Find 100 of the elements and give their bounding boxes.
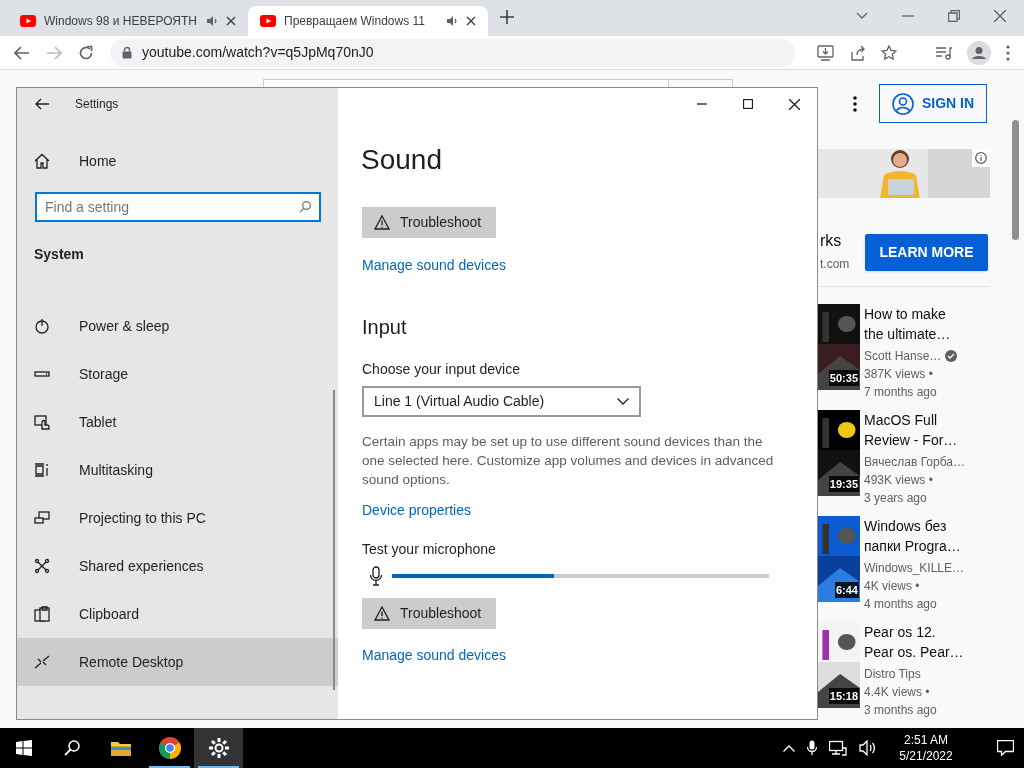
tab-title: Windows 98 и НЕВЕРОЯТН bbox=[44, 13, 198, 30]
chevron-down-icon bbox=[617, 398, 629, 405]
tab-title: Превращаем Windows 11 bbox=[284, 13, 426, 30]
setting-icon bbox=[34, 654, 50, 670]
restore-icon[interactable] bbox=[948, 10, 960, 22]
field-label: Choose your input device bbox=[362, 360, 521, 378]
video-title[interactable]: Pear os 12. Pear os. Pear… bbox=[864, 622, 968, 662]
install-icon[interactable] bbox=[817, 44, 834, 61]
browser-tab[interactable]: Windows 98 и НЕВЕРОЯТН bbox=[8, 6, 248, 36]
windows-logo-icon bbox=[16, 740, 32, 756]
speaker-icon[interactable] bbox=[446, 15, 458, 27]
troubleshoot-button[interactable]: Troubleshoot bbox=[362, 598, 496, 629]
scrollbar-thumb[interactable] bbox=[1011, 120, 1019, 240]
clock[interactable]: 2:51 AM 5/21/2022 bbox=[895, 732, 957, 764]
search-icon bbox=[64, 740, 80, 756]
video-title[interactable]: Windows без папки Progra… bbox=[864, 516, 968, 556]
sign-in-button[interactable]: SIGN IN bbox=[879, 84, 988, 123]
ad-title: rks bbox=[820, 231, 843, 251]
section-heading: System bbox=[33, 245, 85, 264]
description-text: Certain apps may be set up to use different sound devices than the one selected here. Customize app volumes and devices in advanced sound options. bbox=[362, 433, 775, 489]
video-duration: 15:18 bbox=[828, 688, 859, 704]
back-arrow-icon[interactable] bbox=[35, 98, 49, 110]
microphone-icon bbox=[369, 566, 383, 586]
back-arrow-icon[interactable] bbox=[14, 45, 30, 60]
video-age: 3 years ago bbox=[864, 490, 928, 507]
channel-name: Вячеслав Горба… bbox=[864, 454, 965, 471]
setting-icon bbox=[34, 606, 50, 622]
notification-icon[interactable] bbox=[997, 740, 1014, 756]
close-icon[interactable] bbox=[226, 16, 236, 26]
window-title: Settings bbox=[75, 96, 119, 113]
sidebar-item[interactable]: Projecting to this PC bbox=[17, 494, 338, 542]
field-label: Test your microphone bbox=[362, 540, 497, 558]
network-icon[interactable] bbox=[829, 740, 847, 756]
account-icon bbox=[892, 92, 914, 115]
warning-icon bbox=[374, 215, 390, 230]
learn-more-button[interactable]: LEARN MORE bbox=[865, 233, 988, 271]
setting-icon bbox=[34, 318, 50, 334]
setting-icon bbox=[34, 510, 50, 526]
video-title[interactable]: How to make the ultimate… bbox=[864, 304, 968, 344]
home-icon bbox=[34, 153, 50, 169]
video-title[interactable]: MacOS Full Review - For… bbox=[864, 410, 968, 450]
sidebar-item[interactable]: Home bbox=[17, 137, 338, 185]
sidebar-item[interactable]: Power & sleep bbox=[17, 302, 338, 350]
youtube-icon bbox=[20, 15, 36, 27]
input-device-dropdown[interactable]: Line 1 (Virtual Audio Cable) bbox=[362, 386, 641, 417]
speaker-icon[interactable] bbox=[206, 15, 218, 27]
star-icon[interactable] bbox=[881, 44, 897, 61]
close-icon bbox=[788, 98, 800, 110]
setting-icon bbox=[34, 414, 50, 430]
close-icon[interactable] bbox=[994, 10, 1006, 22]
video-duration: 6:44 bbox=[834, 582, 859, 598]
setting-icon bbox=[34, 558, 50, 574]
share-icon[interactable] bbox=[849, 44, 866, 61]
video-views: 4K views • bbox=[864, 578, 921, 595]
video-views: 493K views • bbox=[864, 472, 934, 489]
close-icon[interactable] bbox=[466, 16, 476, 26]
youtube-icon bbox=[260, 15, 276, 27]
sidebar-item[interactable]: Multitasking bbox=[17, 446, 338, 494]
link[interactable]: Manage sound devices bbox=[362, 645, 506, 665]
sidebar-item[interactable]: Remote Desktop bbox=[17, 638, 338, 686]
more-options-icon[interactable] bbox=[853, 95, 857, 112]
channel-name: Distro Tips bbox=[864, 666, 921, 683]
video-views: 4.4K views • bbox=[864, 684, 931, 701]
media-queue-icon[interactable] bbox=[935, 45, 952, 60]
warning-icon bbox=[374, 606, 390, 621]
section-heading: Input bbox=[362, 315, 408, 340]
sidebar-item[interactable]: Tablet bbox=[17, 398, 338, 446]
info-icon[interactable] bbox=[975, 152, 987, 165]
browser-tab[interactable]: Превращаем Windows 11 bbox=[248, 6, 488, 36]
volume-icon[interactable] bbox=[859, 740, 877, 756]
folder-icon bbox=[109, 739, 132, 757]
link[interactable]: Manage sound devices bbox=[362, 255, 506, 275]
video-views: 387K views • bbox=[864, 366, 934, 383]
sidebar-item[interactable]: Storage bbox=[17, 350, 338, 398]
video-duration: 50:35 bbox=[828, 370, 859, 386]
scrollbar-thumb[interactable] bbox=[333, 390, 335, 690]
running-indicator bbox=[149, 766, 190, 768]
troubleshoot-button[interactable]: Troubleshoot bbox=[362, 207, 496, 238]
chevron-down-icon[interactable] bbox=[856, 12, 868, 20]
sidebar-item[interactable]: Clipboard bbox=[17, 590, 338, 638]
sidebar-item[interactable]: Shared experiences bbox=[17, 542, 338, 590]
new-tab-icon[interactable] bbox=[500, 10, 514, 24]
link[interactable]: Device properties bbox=[362, 500, 471, 520]
microphone-icon[interactable] bbox=[807, 740, 817, 756]
search-field[interactable]: Find a setting bbox=[35, 192, 321, 222]
address-bar[interactable]: youtube.com/watch?v=q5JpMq70nJ0 bbox=[110, 38, 795, 67]
search-field[interactable] bbox=[263, 79, 669, 87]
video-age: 3 months ago bbox=[864, 702, 938, 719]
video-duration: 19:35 bbox=[828, 476, 859, 492]
reload-icon[interactable] bbox=[78, 44, 94, 61]
search-icon[interactable] bbox=[299, 201, 311, 213]
more-options-icon[interactable] bbox=[1006, 44, 1010, 61]
lock-icon bbox=[122, 46, 132, 59]
profile-icon[interactable] bbox=[967, 40, 991, 65]
chevron-up-icon[interactable] bbox=[783, 744, 795, 752]
taskbar-app[interactable] bbox=[194, 728, 243, 768]
url-text: youtube.com/watch?v=q5JpMq70nJ0 bbox=[142, 43, 374, 62]
page-title: Sound bbox=[360, 143, 443, 177]
video-age: 4 months ago bbox=[864, 596, 938, 613]
channel-name: Scott Hanse… bbox=[864, 348, 942, 365]
